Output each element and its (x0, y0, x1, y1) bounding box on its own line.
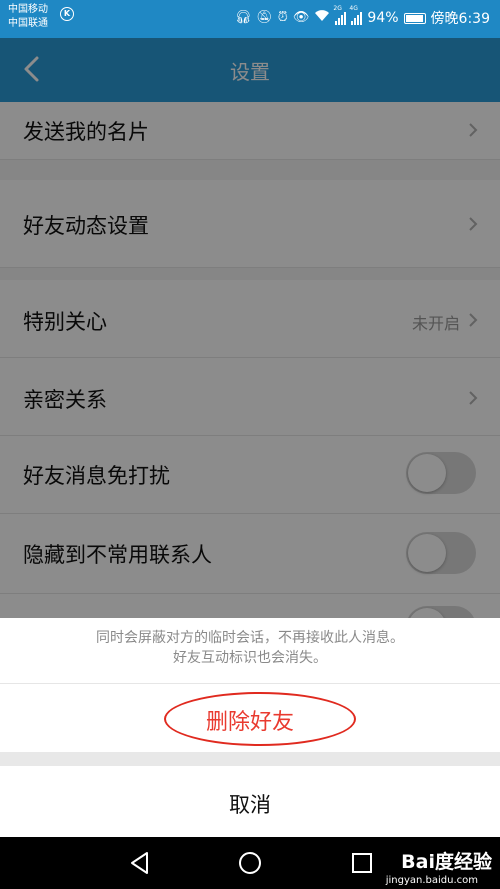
alarm-icon: ⏰︎ (277, 10, 288, 25)
signal-2-tag: 4G (349, 5, 358, 12)
eye-icon: 👁︎ (292, 10, 310, 25)
signal-icon-1: 2G (333, 5, 347, 25)
battery-percent: 94% (367, 10, 399, 26)
watermark-url: jingyan.baidu.com (385, 875, 478, 886)
nav-home-icon[interactable] (237, 850, 263, 876)
cancel-label: 取消 (229, 793, 271, 817)
watermark-logo: Bai度经验 (401, 851, 492, 873)
action-sheet-description: 同时会屏蔽对方的临时会话，不再接收此人消息。 好友互动标识也会消失。 (0, 618, 500, 684)
sheet-divider (0, 752, 500, 766)
battery-icon (403, 12, 426, 24)
signal-icon-2: 4G (349, 5, 363, 25)
nav-back-icon[interactable] (127, 850, 153, 876)
wifi-icon (314, 9, 330, 27)
status-bar: 中国移动 中国联通 K 🎧︎ 🔕︎ ⏰︎ 👁︎ 2G 4G 94% 傍晚6:39 (0, 0, 500, 38)
status-icons: 🎧︎ 🔕︎ ⏰︎ 👁︎ 2G 4G 94% 傍晚6:39 (234, 5, 490, 28)
description-line-1: 同时会屏蔽对方的临时会话，不再接收此人消息。 (96, 630, 404, 646)
dim-overlay[interactable] (0, 38, 500, 618)
annotation-circle (164, 692, 356, 746)
nav-recents-icon[interactable] (349, 850, 375, 876)
description-line-2: 好友互动标识也会消失。 (173, 650, 327, 666)
cancel-button[interactable]: 取消 (0, 766, 500, 837)
system-nav-bar: Bai度经验 jingyan.baidu.com (0, 837, 500, 889)
carrier-info: 中国移动 中国联通 (8, 3, 48, 31)
signal-1-tag: 2G (333, 5, 342, 12)
carrier-1: 中国移动 (8, 4, 48, 15)
mute-icon: 🔕︎ (256, 10, 273, 25)
headphone-icon: 🎧︎ (234, 10, 252, 25)
k-badge-icon: K (60, 7, 74, 21)
delete-friend-button[interactable]: 删除好友 (0, 684, 500, 752)
carrier-2: 中国联通 (8, 18, 48, 29)
clock: 傍晚6:39 (430, 11, 490, 27)
